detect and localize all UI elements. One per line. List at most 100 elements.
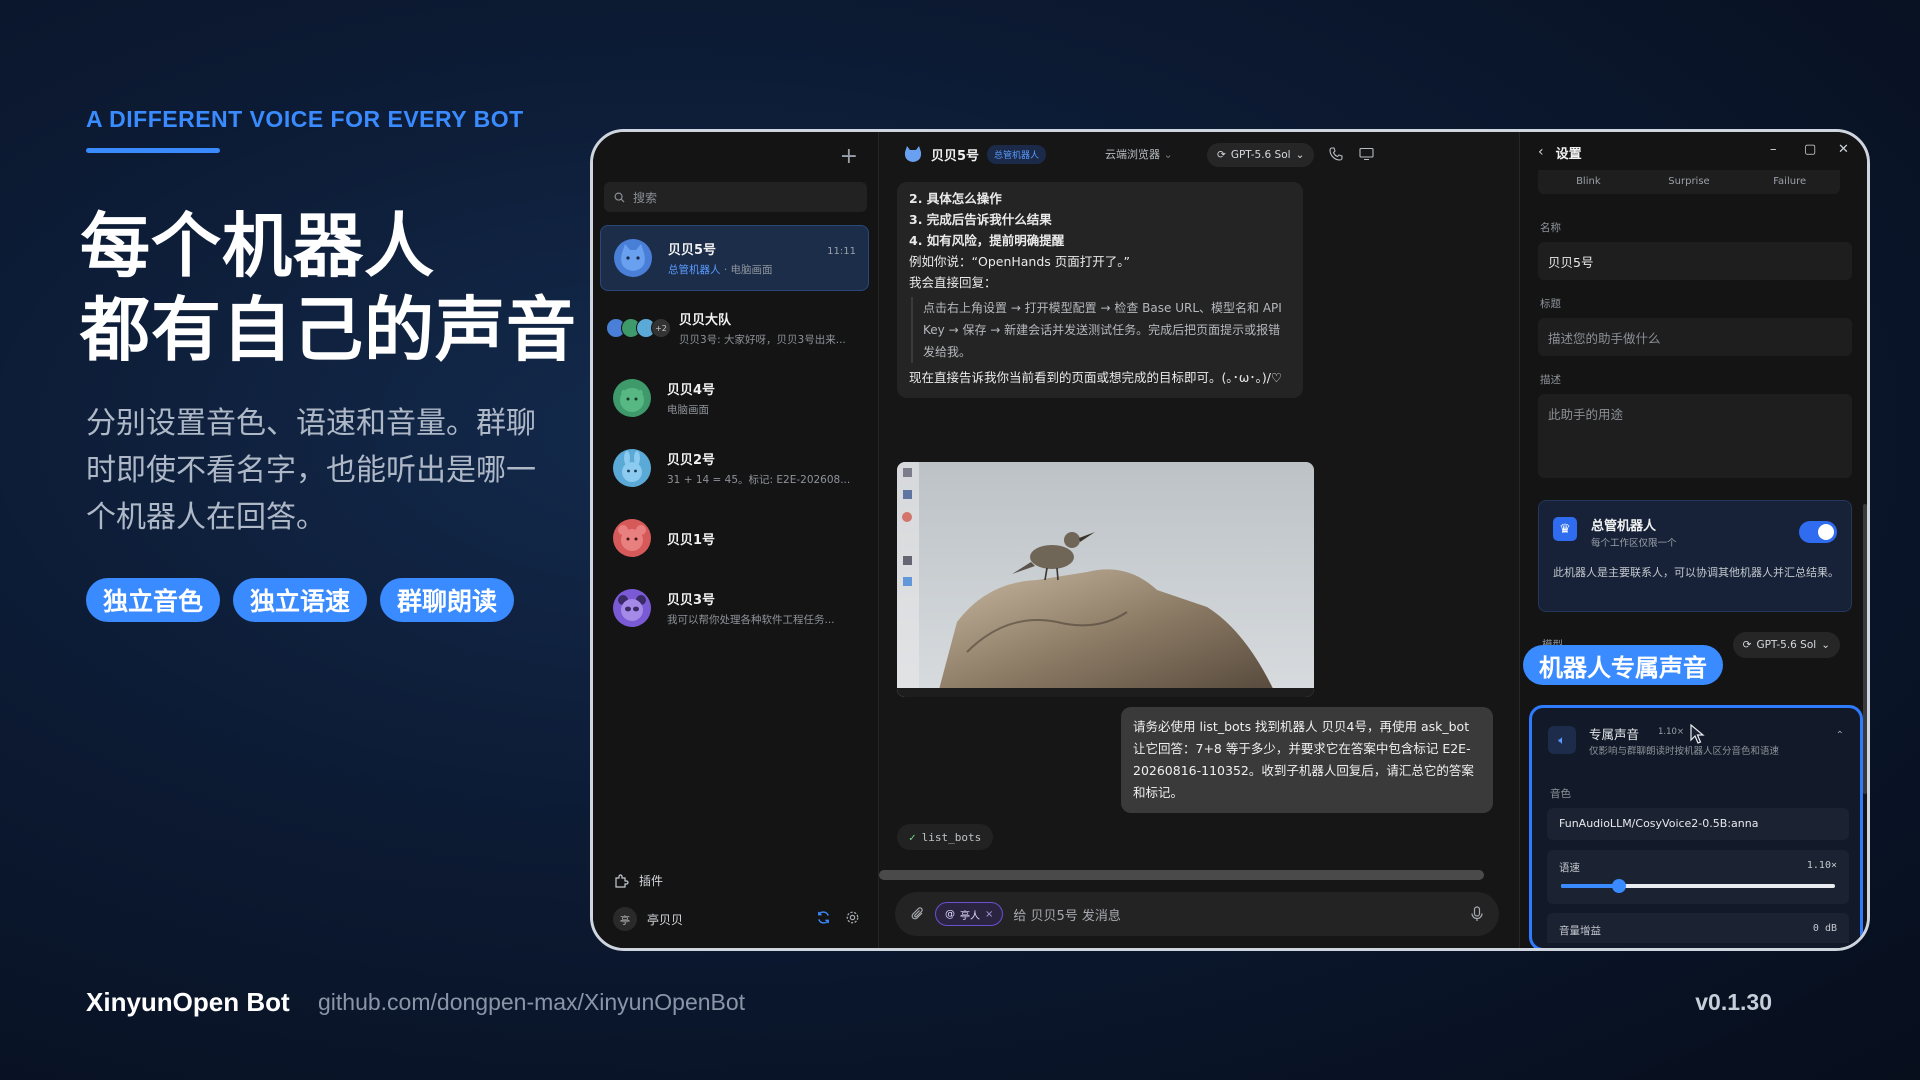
mention-chip[interactable]: @ 亭人 × xyxy=(935,902,1004,926)
microphone-icon[interactable] xyxy=(1471,906,1483,922)
message-line: 2. 具体怎么操作 xyxy=(909,191,1002,206)
close-icon[interactable]: × xyxy=(985,909,993,920)
group-avatars: +2 xyxy=(606,318,671,338)
subtext: 分别设置音色、语速和音量。群聊时即使不看名字，也能听出是哪一个机器人在回答。 xyxy=(86,406,536,535)
chat-header: 贝贝5号 总管机器人 xyxy=(879,132,1519,176)
settings-header: ‹ 设置 xyxy=(1520,132,1867,172)
speed-label: 语速 xyxy=(1559,862,1580,874)
emotion-failure[interactable]: Failure xyxy=(1739,170,1840,194)
tool-call-name: list_bots xyxy=(921,830,982,844)
conversation-item-bei4[interactable]: 贝贝4号 电脑画面 xyxy=(600,365,869,431)
speaker-icon: 🔈︎ xyxy=(1548,726,1576,754)
vertical-scrollbar[interactable] xyxy=(1863,504,1867,794)
settings-title: 设置 xyxy=(1555,146,1582,162)
maximize-icon[interactable]: ▢ xyxy=(1804,142,1816,157)
screenshot-image[interactable] xyxy=(897,462,1314,697)
conversation-name: 贝贝2号 xyxy=(667,453,716,468)
message-line: 3. 完成后告诉我什么结果 xyxy=(909,212,1052,227)
gain-value: 0 dB xyxy=(1812,923,1837,934)
speed-slider-handle[interactable] xyxy=(1611,879,1626,893)
chevron-up-icon[interactable]: ⌃ xyxy=(1836,730,1844,741)
description-field[interactable]: 此助手的用途 xyxy=(1538,394,1852,478)
panda-avatar-icon xyxy=(613,589,651,627)
chat-title: 贝贝5号 xyxy=(931,148,980,164)
message-placeholder: 给 贝贝5号 发消息 xyxy=(1013,908,1121,924)
frog-avatar-icon xyxy=(613,379,651,417)
feature-pills: 独立音色 独立语速 群聊朗读 xyxy=(86,578,515,622)
sidebar-footer-icons xyxy=(816,910,860,925)
conversation-item-bei1[interactable]: 贝贝1号 xyxy=(600,505,869,571)
chat-panel: 贝贝5号 总管机器人 云端浏览器 ⌄ ⟳ GPT-5.6 Sol ⌄ 2. 具体… xyxy=(879,132,1519,948)
speed-slider-fill xyxy=(1561,884,1619,888)
voice-callout-tag: 机器人专属声音 xyxy=(1523,645,1723,685)
feature-pill-voice: 独立音色 xyxy=(86,578,221,622)
title-field[interactable]: 描述您的助手做什么 xyxy=(1538,318,1852,356)
conversation-subtitle: 31 + 14 = 45。标记: E2E-202608... xyxy=(667,474,851,486)
phone-icon[interactable] xyxy=(1329,147,1343,161)
settings-panel: ‹ 设置 – ▢ ✕ Blink Surprise Failure 名称 贝贝5… xyxy=(1519,132,1867,948)
message-input[interactable]: @ 亭人 × 给 贝贝5号 发消息 xyxy=(895,892,1499,936)
paperclip-icon[interactable] xyxy=(911,907,925,921)
bunny-avatar-icon xyxy=(613,449,651,487)
chevron-down-icon: ⌄ xyxy=(1163,148,1173,161)
speed-control: 语速 1.10× xyxy=(1547,850,1849,904)
chat-role-badge: 总管机器人 xyxy=(987,144,1047,164)
plugins-button[interactable]: 插件 xyxy=(613,872,663,889)
eyebrow-underline xyxy=(86,148,220,153)
admin-bot-toggle[interactable] xyxy=(1799,521,1837,543)
cat-avatar-icon xyxy=(904,146,922,162)
voice-timbre-select[interactable]: FunAudioLLM/CosyVoice2-0.5B:anna xyxy=(1547,808,1849,840)
feature-pill-group-read: 群聊朗读 xyxy=(380,578,515,622)
conversation-subtitle: 电脑画面 xyxy=(667,404,709,416)
mouse-cursor-icon xyxy=(1690,724,1705,744)
bear-avatar-icon xyxy=(613,519,651,557)
conversation-subtitle: 我可以帮你处理各种软件工程任务... xyxy=(667,614,835,626)
conversation-item-team[interactable]: +2 贝贝大队 贝贝3号: 大家好呀，贝贝3号出来... xyxy=(600,295,869,361)
headline-line-1: 每个机器人 xyxy=(80,205,435,287)
minimize-icon[interactable]: – xyxy=(1770,142,1777,157)
model-selector[interactable]: ⟳ GPT-5.6 Sol ⌄ xyxy=(1732,632,1840,658)
chevron-left-icon[interactable]: ‹ xyxy=(1538,144,1544,160)
gear-icon[interactable] xyxy=(845,910,860,925)
conversation-item-bei5[interactable]: 贝贝5号 总管机器人 · 电脑画面 11:11 xyxy=(600,225,869,291)
conversation-item-bei3[interactable]: 贝贝3号 我可以帮你处理各种软件工程任务... xyxy=(600,575,869,641)
tool-call-chip[interactable]: ✓ list_bots xyxy=(897,824,994,850)
emotion-blink[interactable]: Blink xyxy=(1538,170,1639,194)
feature-pill-speed: 独立语速 xyxy=(233,578,368,622)
model-selector[interactable]: ⟳ GPT-5.6 Sol ⌄ xyxy=(1207,143,1315,167)
footer-brand: XinyunOpen Bot xyxy=(86,987,290,1017)
cloud-browser-dropdown[interactable]: 云端浏览器 ⌄ xyxy=(1105,146,1173,162)
search-input[interactable]: 搜索 xyxy=(604,182,867,212)
name-field[interactable]: 贝贝5号 xyxy=(1538,242,1852,280)
search-icon xyxy=(614,192,625,203)
conversation-item-bei2[interactable]: 贝贝2号 31 + 14 = 45。标记: E2E-202608... xyxy=(600,435,869,501)
model-selector-label: GPT-5.6 Sol xyxy=(1756,639,1817,651)
conversation-time: 11:11 xyxy=(827,246,856,257)
speed-slider[interactable] xyxy=(1561,879,1835,893)
new-chat-plus-icon[interactable]: + xyxy=(840,144,858,169)
check-icon: ✓ xyxy=(909,830,916,844)
assistant-message: 2. 具体怎么操作 3. 完成后告诉我什么结果 4. 如有风险，提前明确提醒 例… xyxy=(897,182,1303,398)
horizontal-scrollbar[interactable] xyxy=(879,870,1484,880)
refresh-icon: ⟳ xyxy=(1217,149,1226,161)
user-profile[interactable]: 亭 亭贝贝 xyxy=(613,907,683,931)
name-label: 名称 xyxy=(1540,222,1561,234)
voice-subtitle: 仅影响与群聊朗读时按机器人区分音色和语速 xyxy=(1589,746,1780,757)
puzzle-icon xyxy=(615,873,629,888)
app-window: + 搜索 贝贝5号 总管机器人 · 电脑画面 11:11 +2 贝贝大队 贝贝3… xyxy=(590,129,1870,951)
admin-bot-subtitle: 每个工作区仅限一个 xyxy=(1591,538,1677,549)
user-name: 亭贝贝 xyxy=(647,912,684,927)
cat-avatar-icon xyxy=(614,239,652,277)
close-icon[interactable]: ✕ xyxy=(1838,142,1849,157)
conversation-name: 贝贝1号 xyxy=(667,532,716,548)
search-placeholder: 搜索 xyxy=(633,190,658,205)
refresh-icon: ⟳ xyxy=(1742,639,1752,651)
voice-speed-badge: 1.10× xyxy=(1658,727,1685,737)
sidebar: + 搜索 贝贝5号 总管机器人 · 电脑画面 11:11 +2 贝贝大队 贝贝3… xyxy=(593,132,879,948)
screen-icon[interactable] xyxy=(1359,147,1374,161)
message-line: 4. 如有风险，提前明确提醒 xyxy=(909,233,1065,248)
chevron-down-icon: ⌄ xyxy=(1295,149,1305,161)
sync-icon[interactable] xyxy=(816,910,831,925)
footer-url[interactable]: github.com/dongpen-max/XinyunOpenBot xyxy=(318,989,745,1016)
emotion-surprise[interactable]: Surprise xyxy=(1639,170,1740,194)
